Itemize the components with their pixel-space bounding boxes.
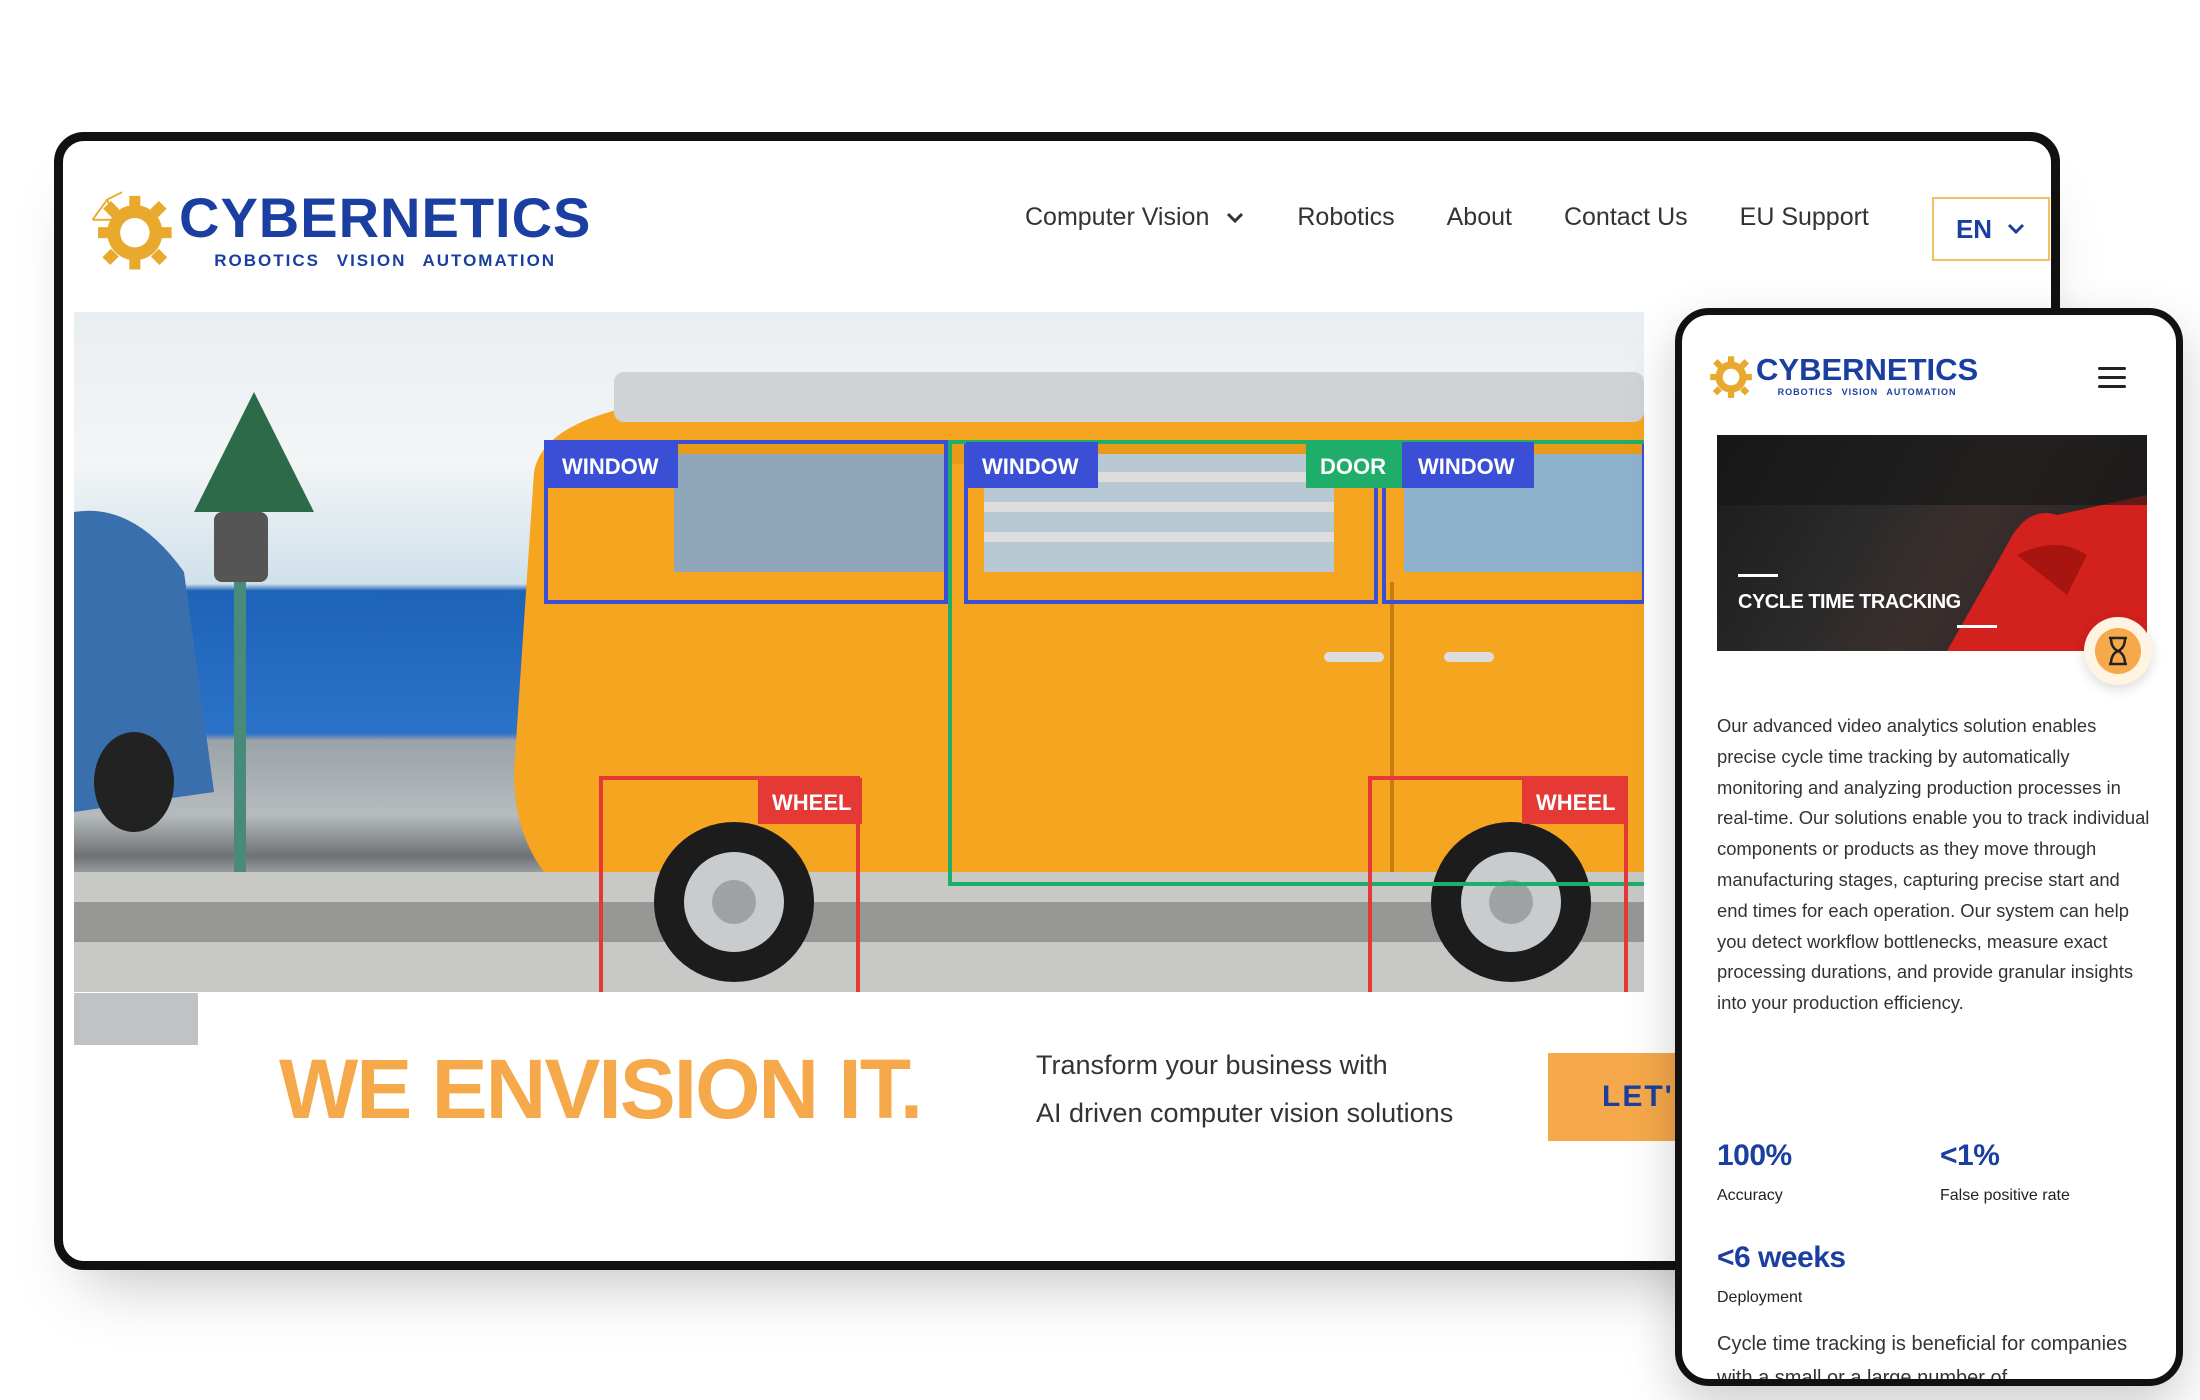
feature-description: Our advanced video analytics solution en… bbox=[1717, 715, 2150, 1014]
hourglass-badge-inner bbox=[2095, 628, 2141, 674]
card-accent-line bbox=[1738, 574, 1778, 577]
hamburger-line bbox=[2098, 376, 2126, 379]
hamburger-line bbox=[2098, 367, 2126, 370]
mobile-preview: CYBERNETICS ROBOTICS VISION AUTOMATION C… bbox=[1675, 308, 2183, 1386]
gear-logo-icon bbox=[1710, 356, 1752, 398]
detection-label-wheel-1: WHEEL bbox=[772, 790, 851, 815]
stat-deployment-value: <6 weeks bbox=[1717, 1241, 1846, 1274]
hourglass-badge bbox=[2084, 617, 2152, 685]
hero-headline: WE ENVISION IT. bbox=[279, 1042, 923, 1136]
chevron-down-icon bbox=[2008, 223, 2025, 235]
feature-card-image: CYCLE TIME TRACKING bbox=[1717, 435, 2147, 651]
hamburger-menu-icon[interactable] bbox=[2098, 367, 2126, 389]
main-nav: Computer Vision Robotics About Contact U… bbox=[1025, 203, 1921, 232]
detection-label-wheel-2: WHEEL bbox=[1536, 790, 1615, 815]
gear-logo-icon bbox=[91, 191, 172, 270]
detection-label-window-2: WINDOW bbox=[982, 454, 1079, 479]
stat-deployment-label: Deployment bbox=[1717, 1289, 1803, 1306]
nav-computer-vision[interactable]: Computer Vision bbox=[1025, 203, 1245, 232]
detection-label-door: DOOR bbox=[1320, 454, 1386, 479]
feature-footer-text: Cycle time tracking is beneficial for co… bbox=[1717, 1333, 2128, 1386]
site-logo[interactable]: CYBERNETICS ROBOTICS VISION AUTOMATION bbox=[87, 183, 591, 275]
stat-accuracy-label: Accuracy bbox=[1717, 1187, 1783, 1204]
gloved-hand-illustration bbox=[1717, 435, 2147, 651]
detection-label-window-3: WINDOW bbox=[1418, 454, 1515, 479]
logo-tagline: ROBOTICS VISION AUTOMATION bbox=[1777, 386, 1957, 397]
hero-subtext-line-1: Transform your business with bbox=[1036, 1050, 1388, 1080]
nav-computer-vision-label: Computer Vision bbox=[1025, 203, 1210, 231]
card-accent-line bbox=[1957, 625, 1997, 628]
hero-subtext-line-2: AI driven computer vision solutions bbox=[1036, 1098, 1454, 1128]
stat-accuracy-value: 100% bbox=[1717, 1139, 1792, 1172]
nav-robotics[interactable]: Robotics bbox=[1297, 203, 1394, 232]
feature-card-title: CYCLE TIME TRACKING bbox=[1738, 591, 1961, 613]
hero-image: WINDOW WINDOW DOOR WINDOW WHEEL WHEEL bbox=[74, 312, 1644, 992]
stat-false-positive-label: False positive rate bbox=[1940, 1187, 2070, 1204]
logo-text: CYBERNETICS ROBOTICS VISION AUTOMATION bbox=[179, 185, 592, 270]
logo-text: CYBERNETICS ROBOTICS VISION AUTOMATION bbox=[1756, 354, 1978, 397]
nav-contact-us[interactable]: Contact Us bbox=[1564, 203, 1688, 232]
hourglass-icon bbox=[2109, 636, 2127, 666]
logo-wordmark: CYBERNETICS bbox=[179, 185, 592, 249]
hero-subtext: Transform your business with AI driven c… bbox=[1036, 1041, 1453, 1137]
nav-about[interactable]: About bbox=[1447, 203, 1512, 232]
logo-wordmark: CYBERNETICS bbox=[1756, 351, 1979, 387]
language-code: EN bbox=[1955, 213, 1993, 244]
detection-label-window-1: WINDOW bbox=[562, 454, 659, 479]
site-header: CYBERNETICS ROBOTICS VISION AUTOMATION C… bbox=[63, 141, 2051, 311]
chevron-down-icon bbox=[1227, 212, 1244, 223]
logo-tagline: ROBOTICS VISION AUTOMATION bbox=[214, 250, 557, 270]
language-selector[interactable]: EN bbox=[1932, 197, 2050, 261]
nav-eu-support[interactable]: EU Support bbox=[1740, 203, 1869, 232]
hero-image-strip bbox=[74, 993, 198, 1045]
hamburger-line bbox=[2098, 385, 2126, 388]
mobile-site-logo[interactable]: CYBERNETICS ROBOTICS VISION AUTOMATION bbox=[1704, 349, 1978, 401]
stat-false-positive-value: <1% bbox=[1940, 1139, 2000, 1172]
hero-van-illustration: WINDOW WINDOW DOOR WINDOW WHEEL WHEEL bbox=[74, 372, 1644, 992]
